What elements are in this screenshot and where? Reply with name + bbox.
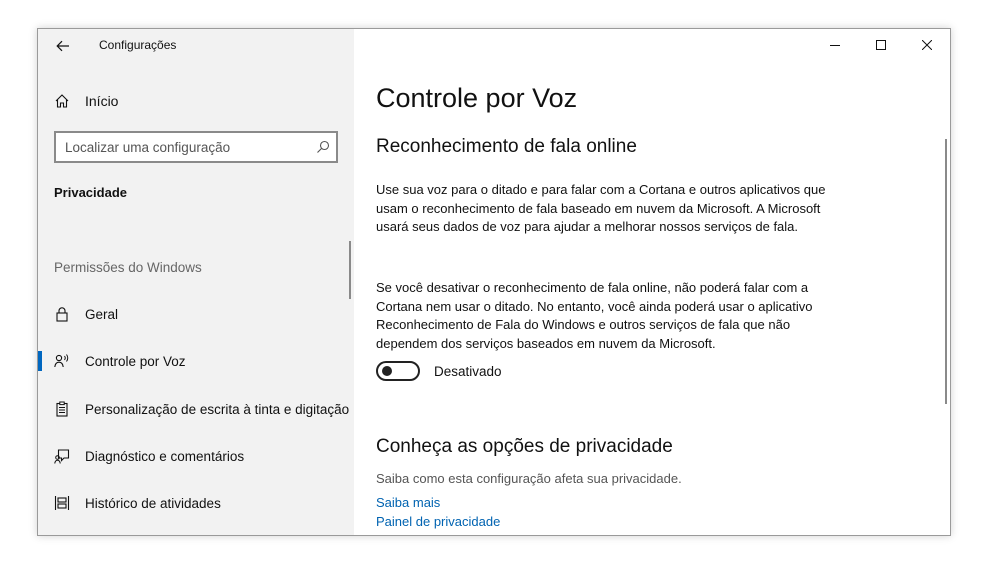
section-heading: Privacidade	[54, 185, 127, 200]
window-title: Configurações	[99, 38, 177, 52]
sidebar-item-geral[interactable]: Geral	[38, 294, 354, 334]
maximize-icon	[876, 40, 886, 50]
speech-toggle-row: Desativado	[376, 361, 502, 381]
home-icon	[55, 94, 69, 108]
group-heading: Permissões do Windows	[54, 260, 202, 275]
back-button[interactable]	[52, 35, 74, 57]
back-arrow-icon	[56, 40, 69, 52]
window-controls	[812, 29, 950, 61]
sidebar-item-diagnostico[interactable]: Diagnóstico e comentários	[38, 436, 354, 476]
warning-paragraph: Se você desativar o reconhecimento de fa…	[376, 280, 813, 351]
sidebar-item-personalizacao[interactable]: Personalização de escrita à tinta e digi…	[38, 389, 354, 429]
search-icon	[317, 140, 330, 153]
speech-icon	[54, 354, 69, 368]
search-input[interactable]	[56, 135, 310, 159]
home-link[interactable]: Início	[54, 89, 118, 113]
privacy-description: Saiba como esta configuração afeta sua p…	[376, 471, 682, 486]
description-paragraph: Use sua voz para o ditado e para falar c…	[376, 182, 826, 234]
active-indicator	[38, 351, 42, 371]
clipboard-icon	[56, 401, 68, 417]
minimize-button[interactable]	[812, 29, 858, 61]
close-button[interactable]	[904, 29, 950, 61]
sidebar-item-controle-por-voz[interactable]: Controle por Voz	[38, 341, 354, 381]
speech-recognition-toggle[interactable]	[376, 361, 420, 381]
search-box[interactable]	[54, 131, 338, 163]
sidebar-item-label: Diagnóstico e comentários	[85, 448, 245, 464]
lock-icon	[56, 307, 68, 322]
main-content: Controle por Voz Reconhecimento de fala …	[354, 29, 950, 535]
page: Configurações Início Privacidade Permiss…	[0, 0, 984, 568]
main-scrollbar[interactable]	[945, 139, 947, 404]
search-button[interactable]	[310, 140, 336, 154]
home-label: Início	[85, 93, 119, 109]
sidebar-item-label: Controle por Voz	[85, 353, 186, 369]
sidebar-item-historico[interactable]: Histórico de atividades	[38, 483, 354, 523]
toggle-state-label: Desativado	[434, 363, 502, 379]
section-title-speech: Reconhecimento de fala online	[376, 136, 637, 157]
sidebar-item-label: Histórico de atividades	[85, 495, 221, 511]
section-title-privacy: Conheça as opções de privacidade	[376, 436, 673, 457]
timeline-icon	[54, 496, 70, 510]
settings-window: Configurações Início Privacidade Permiss…	[37, 28, 951, 536]
page-title: Controle por Voz	[376, 83, 578, 113]
sidebar-scrollbar[interactable]	[349, 241, 351, 299]
sidebar-item-label: Personalização de escrita à tinta e digi…	[85, 401, 350, 417]
sidebar-item-label: Geral	[85, 306, 119, 322]
feedback-icon	[54, 449, 70, 464]
maximize-button[interactable]	[858, 29, 904, 61]
privacy-dashboard-link[interactable]: Painel de privacidade	[376, 514, 500, 529]
close-icon	[922, 40, 932, 50]
toggle-knob	[382, 366, 392, 376]
learn-more-link[interactable]: Saiba mais	[376, 495, 440, 510]
minimize-icon	[830, 45, 840, 46]
sidebar: Configurações Início Privacidade Permiss…	[38, 29, 354, 535]
